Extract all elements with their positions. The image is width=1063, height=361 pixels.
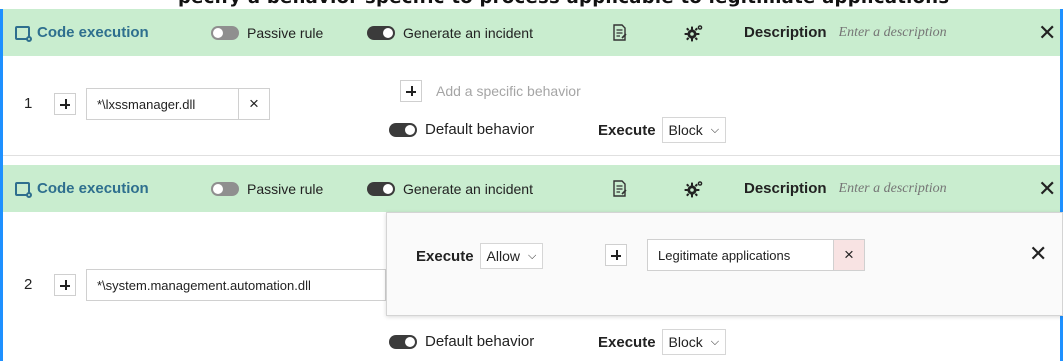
generate-incident-label: Generate an incident [403, 24, 533, 41]
execute-label: Execute [598, 121, 656, 139]
passive-rule-label: Passive rule [247, 24, 324, 41]
default-execute-group: Execute Block ⌵ [598, 329, 727, 355]
rule-header-1: Code execution Passive rule Generate an … [3, 9, 1060, 56]
description-group: Description [744, 165, 976, 212]
chevron-down-icon: ⌵ [710, 335, 720, 348]
rule-title: Code execution [37, 180, 149, 197]
notes-button[interactable] [612, 165, 627, 212]
rule-title: Code execution [37, 24, 149, 41]
execute-select-value: Block [668, 334, 703, 350]
default-behavior-toggle[interactable]: Default behavior [389, 121, 534, 138]
chevron-down-icon: ⌵ [528, 249, 537, 262]
toggle-switch-icon[interactable] [389, 122, 417, 137]
clear-icon[interactable]: × [833, 240, 864, 270]
rule-title-group: Code execution [15, 9, 149, 56]
rule-divider [3, 155, 1060, 156]
execute-label: Execute [598, 333, 656, 351]
default-execute-group: Execute Block ⌵ [598, 117, 727, 143]
description-group: Description [744, 9, 976, 56]
toggle-switch-icon[interactable] [367, 181, 395, 196]
generate-incident-toggle[interactable]: Generate an incident [367, 9, 533, 56]
description-input[interactable] [836, 179, 976, 198]
top-cut-off-text-strip: pecify a behavior specific to process ap… [0, 0, 1063, 9]
path-value: *\system.management.automation.dll [97, 277, 311, 293]
add-specific-behavior-hint[interactable]: Add a specific behavior [436, 83, 581, 99]
document-edit-icon[interactable] [612, 180, 627, 197]
toggle-switch-icon[interactable] [389, 334, 417, 349]
code-execution-icon [15, 25, 32, 42]
clear-icon[interactable]: × [238, 89, 269, 119]
close-icon[interactable]: ✕ [1029, 241, 1047, 267]
add-path-button[interactable] [54, 274, 76, 296]
path-value: *\lxssmanager.dll [97, 96, 196, 112]
process-list-value: Legitimate applications [658, 247, 791, 263]
execute-select[interactable]: Block ⌵ [661, 329, 727, 355]
specific-behavior-panel: Execute Allow ⌵ Legitimate applications … [386, 212, 1063, 316]
toggle-switch-icon[interactable] [367, 25, 395, 40]
rule-title-group: Code execution [15, 165, 149, 212]
delete-rule-button[interactable]: ✕ [1038, 165, 1056, 212]
passive-rule-label: Passive rule [247, 180, 324, 197]
document-edit-icon[interactable] [612, 24, 627, 41]
execute-select[interactable]: Allow ⌵ [479, 243, 544, 269]
process-list-chip: Legitimate applications × [647, 239, 865, 271]
passive-rule-toggle[interactable]: Passive rule [211, 9, 323, 56]
settings-button[interactable] [684, 165, 704, 212]
execute-select[interactable]: Block ⌵ [661, 117, 727, 143]
add-specific-behavior-button[interactable] [400, 80, 422, 102]
delete-rule-button[interactable]: ✕ [1038, 9, 1056, 56]
notes-button[interactable] [612, 9, 627, 56]
path-chip: *\system.management.automation.dll [86, 269, 386, 301]
description-label: Description [744, 180, 827, 197]
close-icon[interactable]: ✕ [1038, 176, 1056, 202]
chevron-down-icon: ⌵ [710, 123, 720, 136]
default-behavior-label: Default behavior [425, 121, 535, 138]
toggle-switch-icon[interactable] [211, 25, 239, 40]
gears-icon[interactable] [684, 180, 704, 198]
code-execution-icon [15, 181, 32, 198]
add-process-list-button[interactable] [605, 244, 627, 266]
rule-number: 1 [24, 95, 33, 112]
execute-select-value: Block [668, 122, 703, 138]
add-path-button[interactable] [54, 93, 76, 115]
settings-button[interactable] [684, 9, 704, 56]
rule-header-2: Code execution Passive rule Generate an … [3, 165, 1060, 212]
toggle-switch-icon[interactable] [211, 181, 239, 196]
gears-icon[interactable] [684, 24, 704, 42]
description-input[interactable] [836, 23, 976, 42]
specific-execute-group: Execute Allow ⌵ [416, 243, 544, 269]
close-icon[interactable]: ✕ [1038, 20, 1056, 46]
generate-incident-toggle[interactable]: Generate an incident [367, 165, 533, 212]
default-behavior-label: Default behavior [425, 333, 535, 350]
default-behavior-toggle[interactable]: Default behavior [389, 333, 534, 350]
description-label: Description [744, 24, 827, 41]
cut-off-banner-text: pecify a behavior specific to process ap… [178, 0, 949, 8]
path-chip: *\lxssmanager.dll × [86, 88, 270, 120]
rule-number: 2 [24, 276, 33, 293]
passive-rule-toggle[interactable]: Passive rule [211, 165, 323, 212]
execute-select-value: Allow [486, 248, 521, 264]
generate-incident-label: Generate an incident [403, 180, 533, 197]
execute-label: Execute [416, 247, 474, 265]
